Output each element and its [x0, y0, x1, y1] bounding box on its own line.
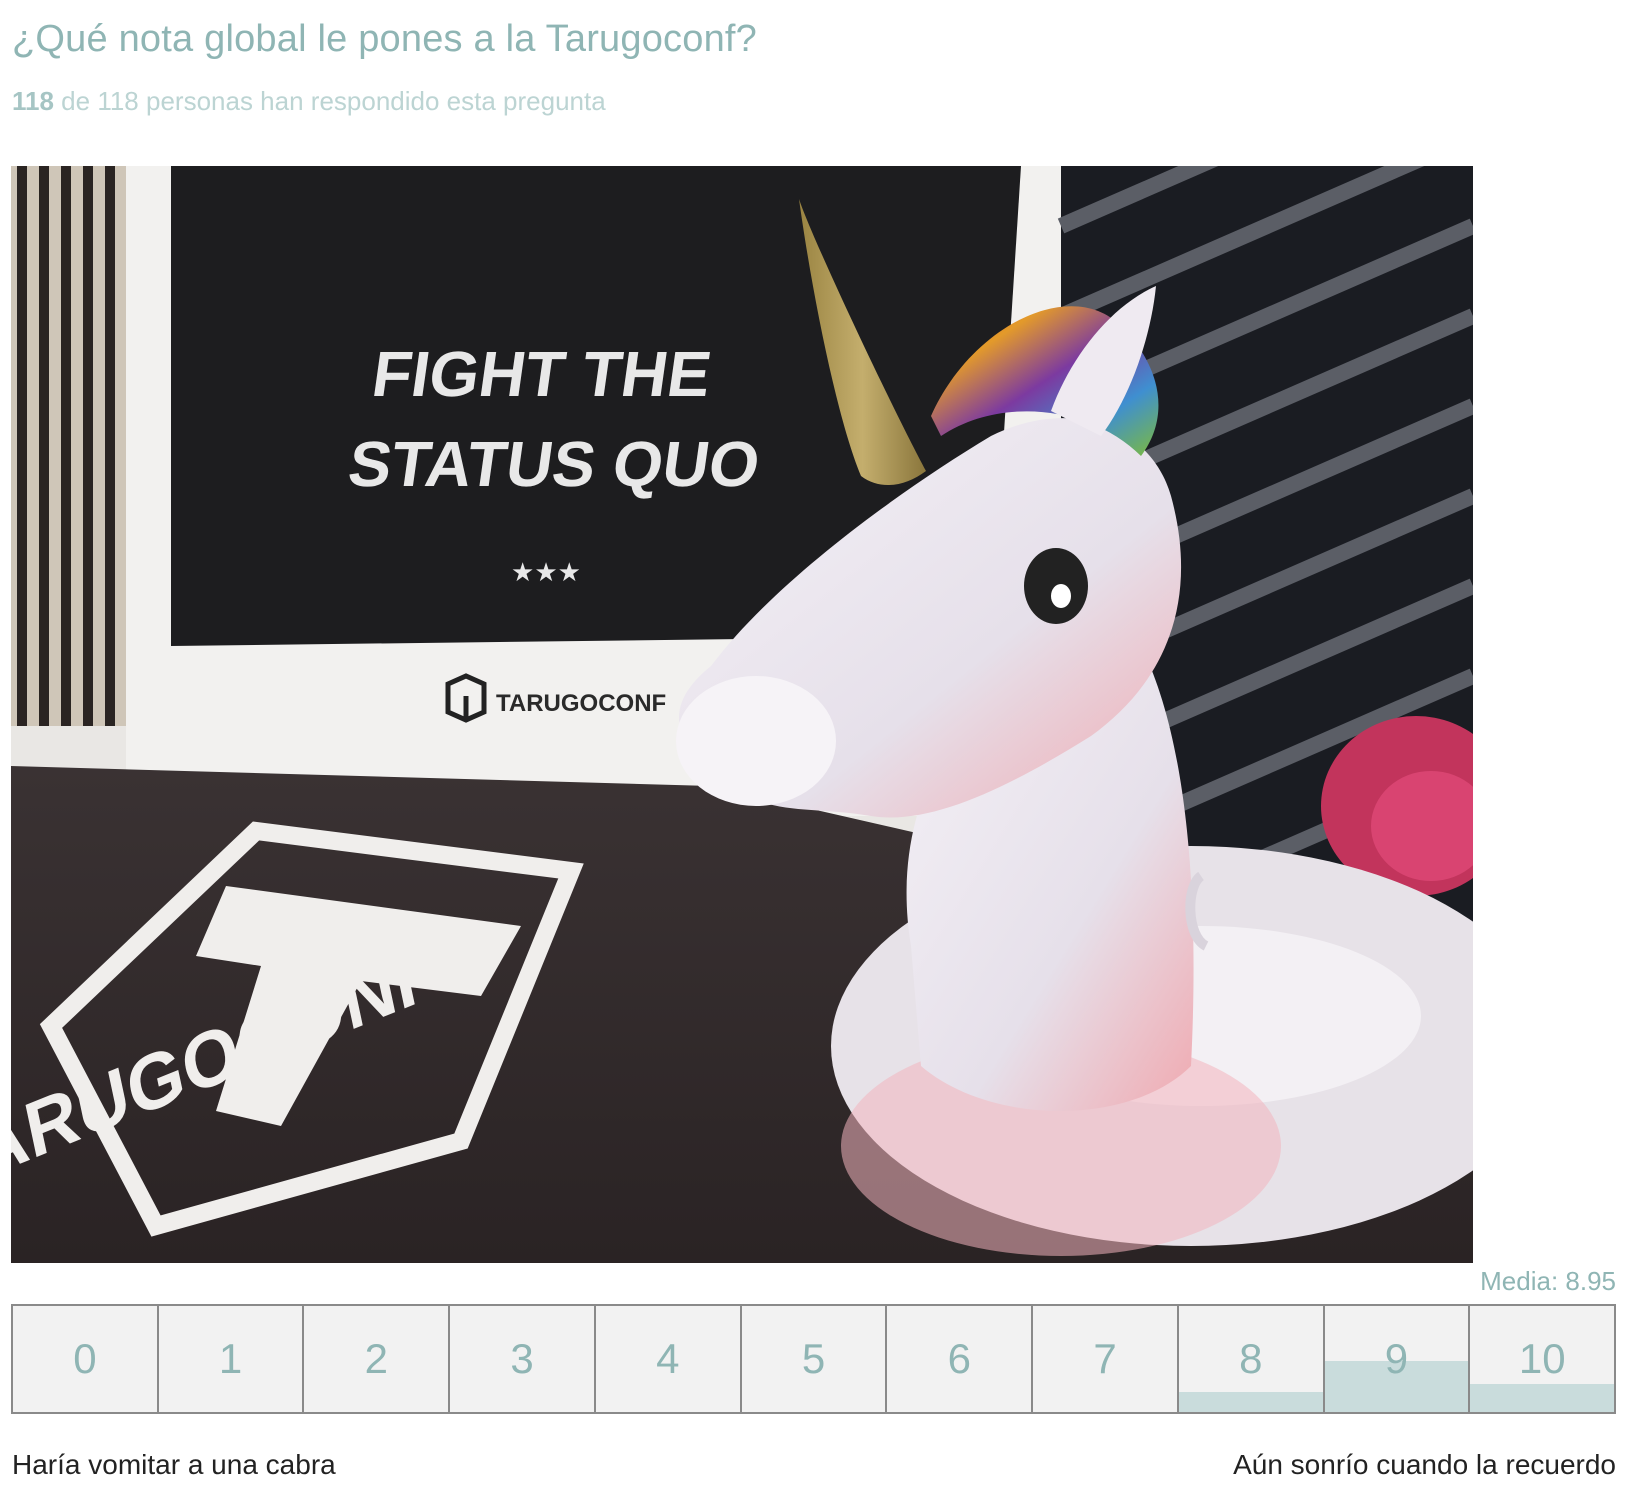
mean-score: Media: 8.95	[1480, 1266, 1616, 1296]
rating-option-6[interactable]: 6	[885, 1306, 1032, 1412]
answered-count: 118	[12, 86, 54, 116]
rating-option-1[interactable]: 1	[156, 1306, 303, 1412]
board-stars: ★★★	[511, 558, 581, 588]
rating-option-4[interactable]: 4	[593, 1306, 740, 1412]
answered-suffix: de 118 personas han respondido esta preg…	[53, 86, 606, 116]
board-line-2: STATUS QUO	[344, 428, 764, 500]
rating-option-label: 8	[1239, 1335, 1263, 1382]
rating-option-3[interactable]: 3	[448, 1306, 594, 1412]
rating-option-label: 5	[801, 1335, 826, 1382]
rating-option-9[interactable]: 9	[1322, 1306, 1469, 1412]
scale-max-label: Aún sonrío cuando la recuerdo	[1233, 1449, 1616, 1480]
rating-option-7[interactable]: 7	[1031, 1306, 1177, 1412]
rating-option-label: 4	[656, 1335, 680, 1382]
rating-option-label: 1	[218, 1335, 243, 1382]
board-brand: TARUGOCONF	[496, 690, 666, 717]
rating-option-10[interactable]: 10	[1468, 1306, 1615, 1412]
rating-option-5[interactable]: 5	[739, 1306, 886, 1412]
scale-min-label: Haría vomitar a una cabra	[12, 1449, 336, 1480]
rating-option-label: 6	[947, 1335, 971, 1382]
rating-option-label: 9	[1384, 1335, 1409, 1382]
response-count: 118 de 118 personas han respondido esta …	[12, 86, 606, 117]
rating-option-label: 3	[510, 1335, 534, 1382]
event-photo: FIGHT THE STATUS QUO ★★★ TARUGOCONF TARU…	[11, 166, 1473, 1263]
rating-option-0[interactable]: 0	[13, 1306, 157, 1412]
rating-option-label: 7	[1093, 1335, 1117, 1382]
rating-option-2[interactable]: 2	[302, 1306, 449, 1412]
rating-option-8[interactable]: 8	[1176, 1306, 1323, 1412]
rating-option-label: 2	[364, 1335, 389, 1382]
rating-option-label: 0	[73, 1335, 97, 1382]
rating-option-label: 10	[1518, 1335, 1566, 1382]
rating-scale: 0 1 2 3 4 5 6 7 8 9 10	[11, 1304, 1616, 1414]
question-title: ¿Qué nota global le pones a la Tarugocon…	[12, 18, 758, 60]
board-line-1: FIGHT THE	[368, 338, 716, 410]
